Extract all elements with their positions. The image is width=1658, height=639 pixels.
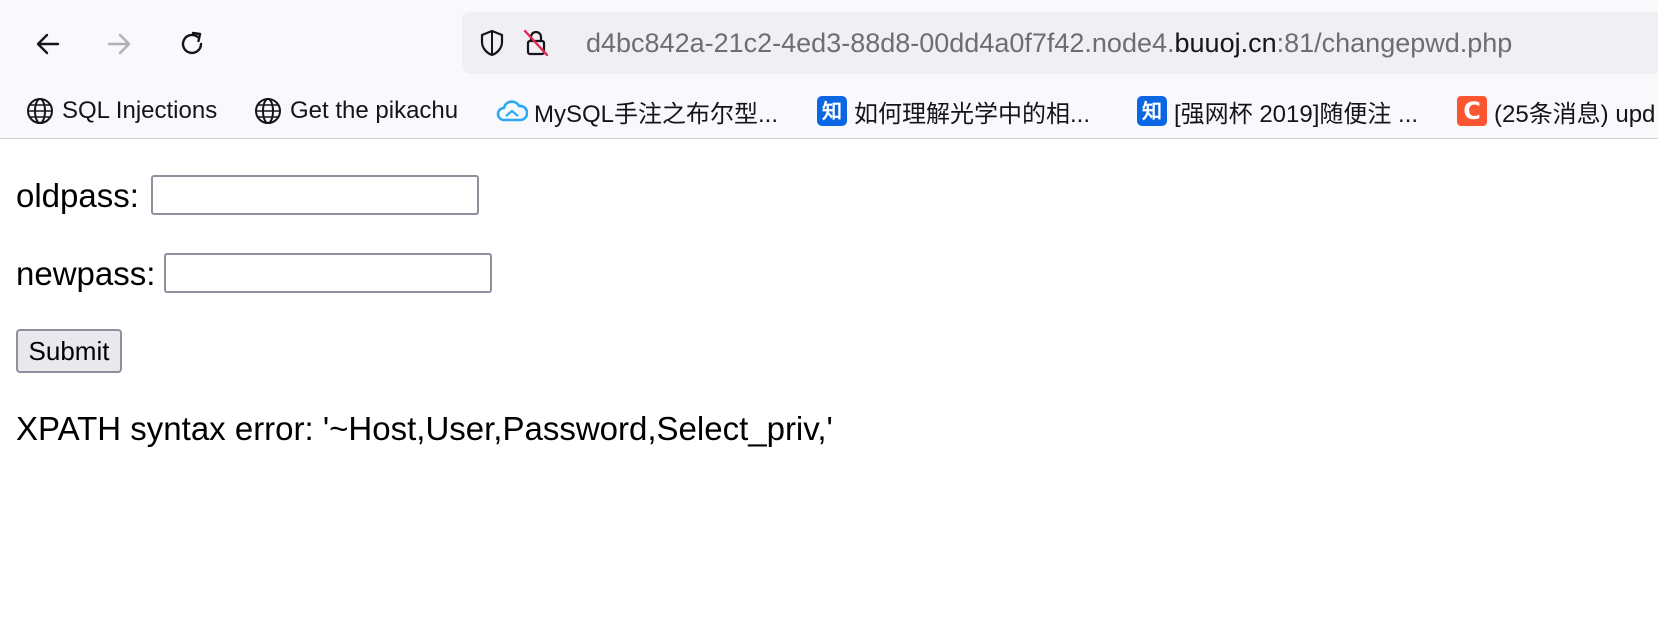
arrow-right-icon [107,33,131,55]
globe-icon [24,95,56,127]
error-message: XPATH syntax error: '~Host,User,Password… [16,410,833,447]
bookmark-sql-injections[interactable]: SQL Injections [24,92,217,130]
oldpass-input[interactable] [151,175,479,215]
csdn-icon: C [1456,95,1488,127]
tracking-protection-shield-icon[interactable] [476,27,508,59]
bookmark-label: MySQL手注之布尔型... [534,100,779,128]
arrow-left-icon [36,33,60,55]
browser-toolbar: d4bc842a-21c2-4ed3-88d8-00dd4a0f7f42.nod… [0,0,1658,84]
page-content: oldpass: newpass: Submit XPATH syntax er… [0,139,1658,639]
zhihu-icon: 知 [816,95,848,127]
submit-button[interactable]: Submit [16,329,122,373]
cloud-icon [496,95,528,127]
zhihu-icon: 知 [1136,95,1168,127]
url-domain: buuoj.cn [1174,28,1277,58]
bookmark-label: 如何理解光学中的相... [854,100,1091,128]
bookmark-csdn[interactable]: C (25条消息) upd [1456,92,1655,130]
url-prefix: d4bc842a-21c2-4ed3-88d8-00dd4a0f7f42.nod… [586,28,1175,58]
newpass-input[interactable] [164,253,492,293]
bookmark-label: Get the pikachu [290,97,459,124]
bookmarks-toolbar: SQL Injections Get the pikachu MySQL手注之布… [0,84,1658,139]
address-bar[interactable]: d4bc842a-21c2-4ed3-88d8-00dd4a0f7f42.nod… [462,12,1658,74]
bookmark-optics[interactable]: 知 如何理解光学中的相... [816,92,1090,130]
forward-button[interactable] [97,22,141,66]
newpass-label: newpass: [16,255,156,292]
bookmark-mysql-boolean[interactable]: MySQL手注之布尔型... [496,92,778,130]
insecure-lock-icon[interactable] [520,27,552,59]
bookmark-label: SQL Injections [62,97,218,124]
oldpass-label: oldpass: [16,177,139,214]
globe-icon [252,95,284,127]
url-text[interactable]: d4bc842a-21c2-4ed3-88d8-00dd4a0f7f42.nod… [586,26,1512,60]
reload-button[interactable] [170,22,214,66]
bookmark-label: [强网杯 2019]随便注 ... [1174,100,1419,128]
bookmark-qiangwang[interactable]: 知 [强网杯 2019]随便注 ... [1136,92,1418,130]
bookmark-label: (25条消息) upd [1494,100,1656,128]
reload-icon [181,31,203,55]
bookmark-get-the-pikachu[interactable]: Get the pikachu [252,92,458,130]
url-suffix: :81/changepwd.php [1276,28,1513,58]
back-button[interactable] [26,22,70,66]
